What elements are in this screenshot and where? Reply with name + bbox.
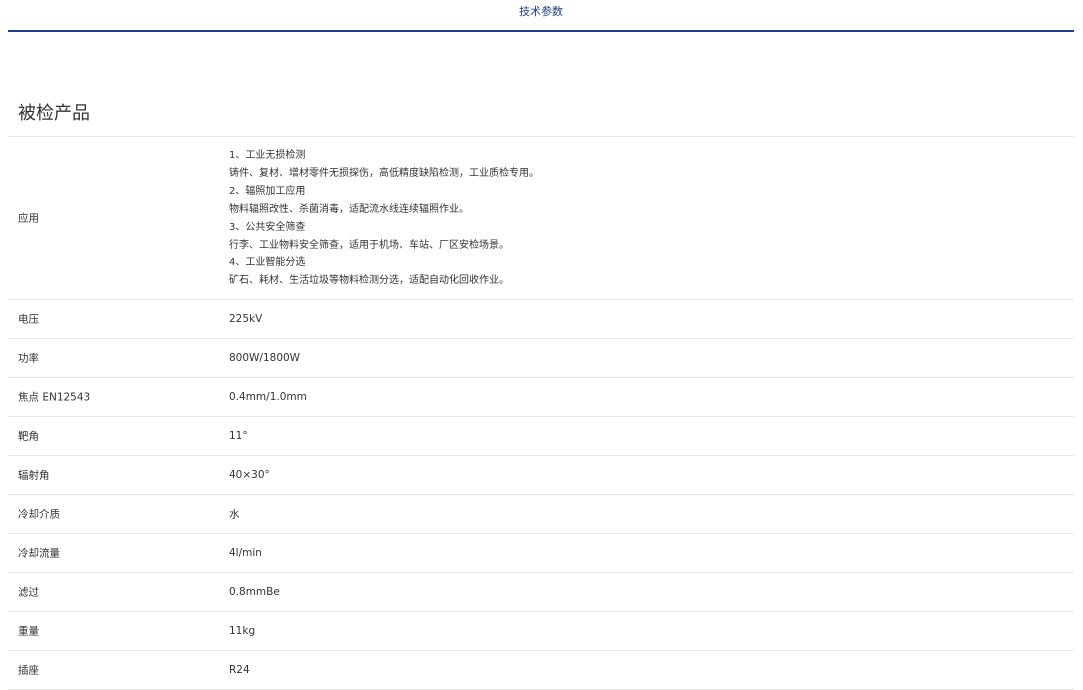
spec-value: 4l/min: [229, 547, 262, 559]
spec-label: 辐射角: [18, 469, 50, 482]
spec-table: 应用 1、工业无损检测 铸件、复材、增材零件无损探伤，高低精度缺陷检测，工业质检…: [8, 136, 1074, 690]
spec-label: 功率: [18, 352, 39, 365]
application-line: 2、辐照加工应用: [229, 185, 306, 197]
spec-value: 800W/1800W: [229, 352, 301, 364]
spec-row: 功率 800W/1800W: [8, 339, 1074, 378]
application-line: 1、工业无损检测: [229, 150, 306, 161]
spec-value: 11kg: [229, 625, 256, 637]
spec-label: 冷却介质: [18, 508, 60, 521]
spec-value: 水: [229, 508, 240, 521]
spec-label: 滤过: [18, 586, 39, 599]
spec-value: 11°: [229, 430, 248, 442]
spec-value: 225kV: [229, 313, 263, 325]
spec-label: 焦点 EN12543: [18, 391, 91, 404]
spec-row: 靶角 11°: [8, 417, 1074, 456]
application-line: 矿石、耗材、生活垃圾等物料检测分选，适配自动化回收作业。: [229, 275, 509, 287]
spec-value: 40×30°: [229, 469, 270, 481]
application-line: 铸件、复材、增材零件无损探伤，高低精度缺陷检测，工业质检专用。: [229, 167, 539, 179]
application-line: 行李、工业物料安全筛查，适用于机场、车站、厂区安检场景。: [229, 239, 509, 251]
section-title: 被检产品: [18, 103, 90, 124]
spec-row: 辐射角 40×30°: [8, 456, 1074, 495]
application-line: 4、工业智能分选: [229, 257, 306, 269]
application-line: 物料辐照改性、杀菌消毒，适配流水线连续辐照作业。: [229, 203, 469, 215]
spec-row: 冷却流量 4l/min: [8, 534, 1074, 573]
spec-row: 重量 11kg: [8, 612, 1074, 651]
application-line: 3、公共安全筛查: [229, 221, 306, 233]
spec-row: 冷却介质 水: [8, 495, 1074, 534]
spec-row: 插座 R24: [8, 651, 1074, 690]
spec-row: 电压 225kV: [8, 300, 1074, 339]
spec-value: R24: [229, 664, 250, 676]
spec-label: 冷却流量: [18, 547, 60, 560]
spec-label: 电压: [18, 313, 39, 326]
spec-row-application: 应用 1、工业无损检测 铸件、复材、增材零件无损探伤，高低精度缺陷检测，工业质检…: [8, 137, 1074, 300]
application-description: 1、工业无损检测 铸件、复材、增材零件无损探伤，高低精度缺陷检测，工业质检专用。…: [229, 147, 539, 290]
spec-row: 滤过 0.8mmBe: [8, 573, 1074, 612]
spec-label: 插座: [18, 664, 39, 677]
spec-label: 应用: [18, 212, 39, 225]
spec-value: 0.8mmBe: [229, 586, 280, 598]
tab-technical-parameters[interactable]: 技术参数: [8, 3, 1074, 19]
spec-label: 靶角: [18, 430, 39, 443]
spec-row: 焦点 EN12543 0.4mm/1.0mm: [8, 378, 1074, 417]
spec-value: 0.4mm/1.0mm: [229, 391, 307, 403]
tab-bar: 技术参数: [8, 0, 1074, 32]
spec-label: 重量: [18, 625, 39, 638]
